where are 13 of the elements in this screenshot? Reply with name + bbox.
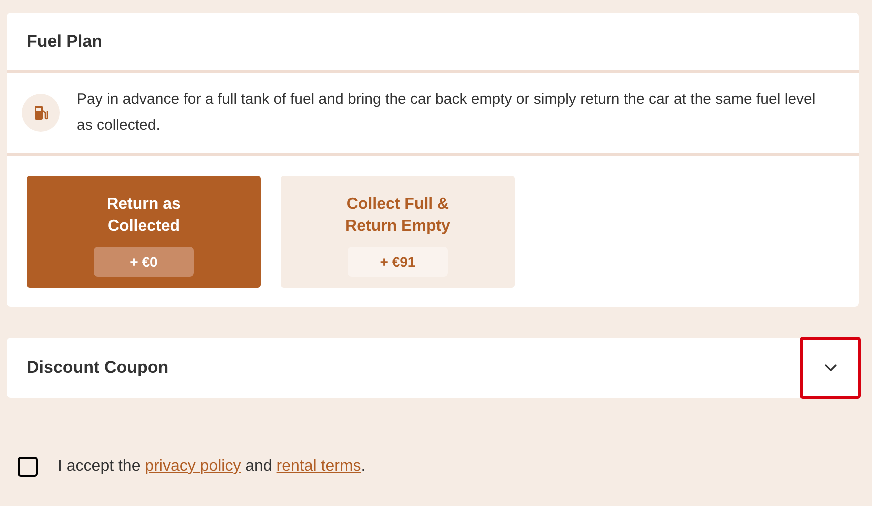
fuel-pump-icon xyxy=(22,94,60,132)
accept-checkbox[interactable] xyxy=(18,457,38,477)
link[interactable]: rental terms xyxy=(276,458,362,475)
price-tag: + €91 xyxy=(348,247,448,277)
price-tag: + €0 xyxy=(94,247,194,277)
fuel-plan-description: Pay in advance for a full tank of fuel and bring the car back empty or simply return the car at the same fuel level as collected. xyxy=(77,90,817,136)
fuel-option[interactable]: Return as Collected + €0 xyxy=(27,176,261,288)
expand-toggle-button[interactable] xyxy=(800,337,861,399)
section-title: Fuel Plan xyxy=(27,30,103,53)
consent-text: I accept the privacy policy and rental terms. xyxy=(58,457,366,477)
link[interactable]: privacy policy xyxy=(145,458,242,475)
fuel-option[interactable]: Collect Full & Return Empty + €91 xyxy=(281,176,515,288)
section-title: Discount Coupon xyxy=(27,357,169,380)
